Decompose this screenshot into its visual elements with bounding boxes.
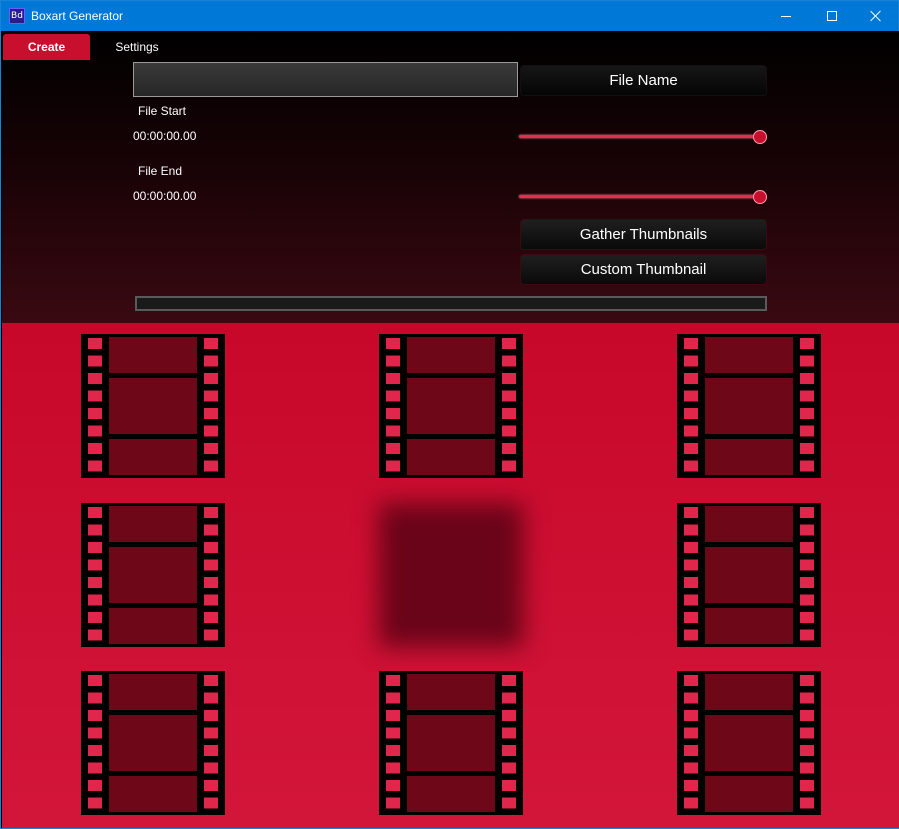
thumbnail-slot[interactable] [81,671,225,815]
slider-track [519,135,759,138]
maximize-button[interactable] [809,1,855,31]
close-button[interactable] [853,1,899,31]
film-strip-icon [81,334,225,478]
slider-thumb[interactable] [753,190,767,204]
maximize-icon [827,11,837,21]
filename-input[interactable] [133,62,518,97]
app-logo-icon: Bd [9,8,25,24]
tab-create[interactable]: Create [3,34,90,60]
create-panel: Create Settings File Name File Start 00:… [2,31,899,323]
file-end-slider[interactable] [519,189,769,205]
blurred-thumbnail [379,503,523,647]
file-end-label: File End [138,164,183,178]
thumbnail-slot[interactable] [81,503,225,647]
film-strip-icon [81,503,225,647]
thumbnail-slot[interactable] [379,503,523,647]
film-strip-icon [677,503,821,647]
thumbnail-slot[interactable] [677,503,821,647]
window-title: Boxart Generator [31,9,124,23]
thumbnail-slot[interactable] [379,334,523,478]
film-strip-icon [379,671,523,815]
app-window: Bd Boxart Generator Create Settings File… [0,0,899,829]
file-start-label: File Start [138,104,187,118]
minimize-button[interactable] [763,1,809,31]
tab-settings[interactable]: Settings [102,34,172,60]
minimize-icon [781,15,791,17]
film-strip-icon [677,334,821,478]
gather-thumbnails-button[interactable]: Gather Thumbnails [520,219,767,250]
slider-thumb[interactable] [753,130,767,144]
film-strip-icon [81,671,225,815]
file-end-value: 00:00:00.00 [133,189,197,203]
close-icon [870,10,882,22]
progress-bar [135,296,767,311]
custom-thumbnail-button[interactable]: Custom Thumbnail [520,254,767,285]
film-strip-icon [379,334,523,478]
file-start-value: 00:00:00.00 [133,129,197,143]
file-name-button[interactable]: File Name [520,65,767,96]
thumbnail-slot[interactable] [677,671,821,815]
slider-track [519,195,759,198]
thumbnail-grid [2,323,899,828]
thumbnail-slot[interactable] [379,671,523,815]
file-start-slider[interactable] [519,129,769,145]
thumbnail-slot[interactable] [677,334,821,478]
title-bar[interactable]: Bd Boxart Generator [1,1,898,31]
film-strip-icon [677,671,821,815]
thumbnail-slot[interactable] [81,334,225,478]
